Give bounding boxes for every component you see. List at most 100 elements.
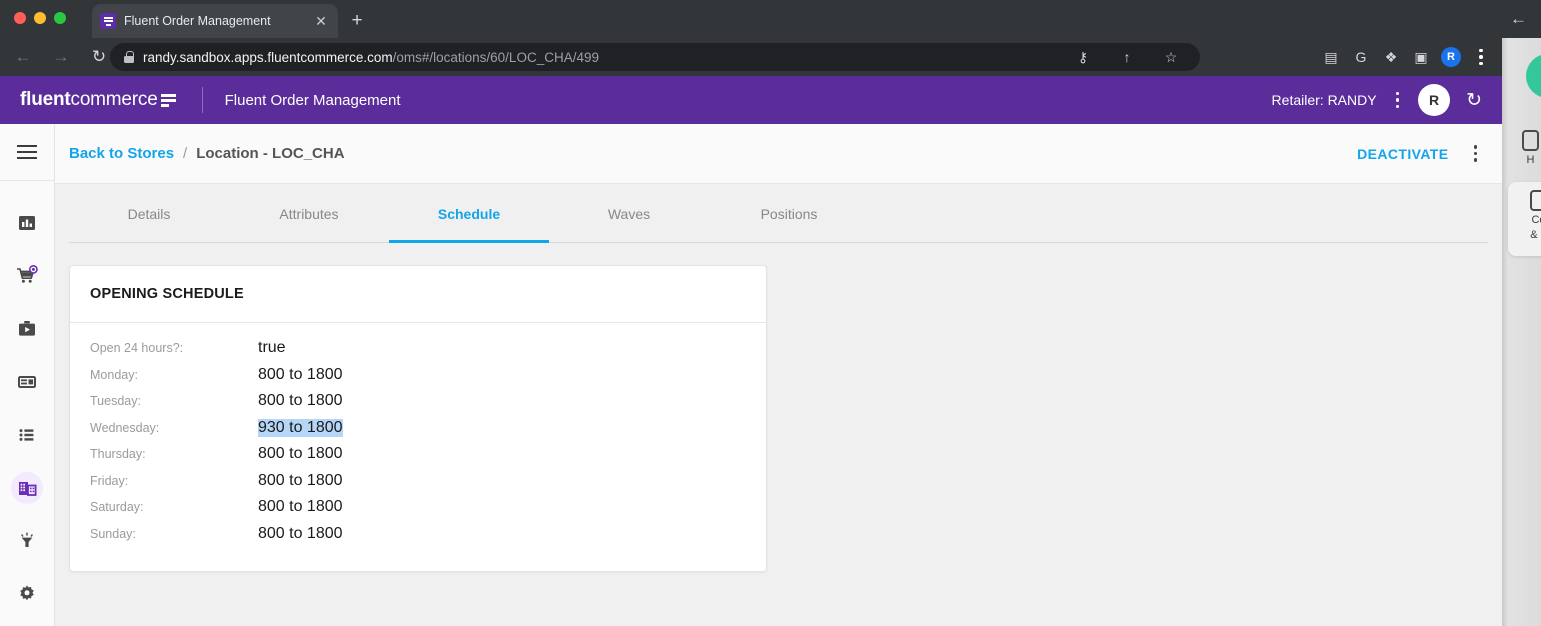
list-item: Friday: 800 to 1800: [90, 472, 746, 499]
back-icon[interactable]: ←: [8, 42, 38, 72]
kebab-dots: [1476, 46, 1486, 69]
logo-bold-text: fluent: [20, 89, 71, 111]
tab-details[interactable]: Details: [69, 184, 229, 243]
fluent-logo-icon: [100, 13, 116, 29]
retailer-menu-icon[interactable]: [1393, 89, 1403, 112]
close-window-button[interactable]: [14, 12, 26, 24]
page-content: Back to Stores / Location - LOC_CHA DEAC…: [55, 124, 1502, 626]
panel-item-2-label-a: Co: [1531, 214, 1541, 226]
building-icon: [17, 478, 38, 499]
tab-schedule[interactable]: Schedule: [389, 184, 549, 243]
close-icon[interactable]: ✕: [312, 14, 330, 28]
url-path: /oms#/locations/60/LOC_CHA/499: [393, 50, 599, 65]
page-title: Location - LOC_CHA: [196, 145, 344, 162]
opening-schedule-card: OPENING SCHEDULE Open 24 hours?: true Mo…: [69, 265, 767, 572]
tabs-container: Details Attributes Schedule Waves Positi…: [55, 184, 1502, 243]
user-avatar[interactable]: R: [1418, 84, 1450, 116]
share-icon[interactable]: ↑: [1112, 42, 1142, 72]
sidebar-item-dashboard[interactable]: [11, 207, 43, 239]
list-item: Open 24 hours?: true: [90, 339, 746, 366]
omnibox-actions: ⚷ ↑ ☆: [1068, 43, 1186, 71]
tab-positions[interactable]: Positions: [709, 184, 869, 243]
row-value[interactable]: true: [258, 339, 286, 357]
screen: Fluent Order Management ✕ + ← → ↻ randy.…: [0, 0, 1541, 626]
tab-bar: Details Attributes Schedule Waves Positi…: [69, 184, 1488, 243]
address-bar[interactable]: randy.sandbox.apps.fluentcommerce.com/om…: [110, 43, 1200, 71]
sidebar-item-orders[interactable]: [11, 260, 43, 292]
minimize-window-button[interactable]: [34, 12, 46, 24]
grammarly-extension-icon[interactable]: G: [1346, 42, 1376, 72]
row-value[interactable]: 800 to 1800: [258, 445, 343, 463]
list-item: Saturday: 800 to 1800: [90, 498, 746, 525]
bookmark-star-icon[interactable]: ☆: [1156, 42, 1186, 72]
app-header-actions: Retailer: RANDY R ↻: [1272, 84, 1502, 116]
back-icon[interactable]: ←: [1510, 9, 1527, 29]
list-item: Thursday: 800 to 1800: [90, 445, 746, 472]
list-item: Monday: 800 to 1800: [90, 366, 746, 393]
browser-chrome: Fluent Order Management ✕ + ← → ↻ randy.…: [0, 0, 1502, 76]
sidebar-item-inventory[interactable]: [11, 419, 43, 451]
funnel-icon: [17, 531, 37, 551]
app-title: Fluent Order Management: [225, 92, 401, 109]
bar-chart-icon: [17, 213, 37, 233]
fluentcommerce-logo[interactable]: fluentcommerce: [20, 89, 176, 111]
sidebar-item-fulfilments[interactable]: [11, 313, 43, 345]
tab-attributes[interactable]: Attributes: [229, 184, 389, 243]
url-text: randy.sandbox.apps.fluentcommerce.com/om…: [143, 50, 599, 65]
sidebar-menu-toggle[interactable]: [0, 124, 54, 181]
card-header: OPENING SCHEDULE: [70, 266, 766, 323]
sidebar-item-insights[interactable]: [11, 525, 43, 557]
password-key-icon[interactable]: ⚷: [1068, 42, 1098, 72]
document-icon: [1522, 130, 1539, 151]
shopping-cart-icon: [16, 265, 38, 287]
briefcase-icon: [17, 319, 37, 339]
tab-waves[interactable]: Waves: [549, 184, 709, 243]
list-icon: [17, 425, 37, 445]
sidebar-item-settings[interactable]: [11, 578, 43, 610]
deactivate-button[interactable]: DEACTIVATE: [1357, 146, 1448, 162]
row-label: Saturday:: [90, 500, 258, 514]
document-icon: [1530, 190, 1541, 211]
sync-icon[interactable]: ↻: [1466, 89, 1482, 112]
right-panel-header: ←: [1502, 0, 1541, 38]
browser-extension-icons: ▤ G ❖ ▣ R: [1316, 38, 1496, 76]
browser-tab-title: Fluent Order Management: [124, 14, 304, 28]
avatar: R: [1441, 47, 1461, 67]
card-body: Open 24 hours?: true Monday: 800 to 1800…: [70, 323, 766, 571]
row-value[interactable]: 800 to 1800: [258, 498, 343, 516]
page-header: Back to Stores / Location - LOC_CHA DEAC…: [55, 124, 1502, 184]
row-value[interactable]: 800 to 1800: [258, 392, 343, 410]
forward-icon[interactable]: →: [46, 42, 76, 72]
extensions-puzzle-icon[interactable]: ❖: [1376, 42, 1406, 72]
row-value[interactable]: 800 to 1800: [258, 472, 343, 490]
row-value-selected[interactable]: 930 to 1800: [258, 419, 343, 437]
row-label: Friday:: [90, 474, 258, 488]
profile-avatar[interactable]: R: [1436, 42, 1466, 72]
right-side-panel: ← H Co & a: [1502, 0, 1541, 626]
sidebar-item-locations[interactable]: [11, 472, 43, 504]
app-header-bar: fluentcommerce Fluent Order Management R…: [0, 76, 1502, 124]
maximize-window-button[interactable]: [54, 12, 66, 24]
browser-tab[interactable]: Fluent Order Management ✕: [92, 4, 338, 38]
card-icon: [17, 372, 37, 392]
row-value[interactable]: 800 to 1800: [258, 366, 343, 384]
back-to-stores-link[interactable]: Back to Stores: [69, 145, 174, 162]
more-options-icon[interactable]: [1471, 142, 1481, 165]
sidebar-item-payments[interactable]: [11, 366, 43, 398]
chrome-kebab-menu-icon[interactable]: [1466, 42, 1496, 72]
side-panel-icon[interactable]: ▣: [1406, 42, 1436, 72]
panel-item-1[interactable]: H: [1522, 130, 1539, 166]
panel-item-1-label: H: [1527, 154, 1535, 166]
row-label: Tuesday:: [90, 394, 258, 408]
new-tab-button[interactable]: +: [345, 9, 369, 33]
reading-list-icon[interactable]: ▤: [1316, 42, 1346, 72]
browser-tabstrip: Fluent Order Management ✕ +: [0, 0, 1502, 38]
window-controls[interactable]: [14, 12, 66, 24]
panel-item-2-inner: Co & a: [1530, 190, 1541, 241]
breadcrumb-separator: /: [183, 145, 187, 162]
panel-item-2[interactable]: Co & a: [1508, 182, 1541, 256]
row-label: Open 24 hours?:: [90, 341, 258, 355]
card-title: OPENING SCHEDULE: [90, 286, 244, 302]
row-value[interactable]: 800 to 1800: [258, 525, 343, 543]
list-item: Wednesday: 930 to 1800: [90, 419, 746, 446]
